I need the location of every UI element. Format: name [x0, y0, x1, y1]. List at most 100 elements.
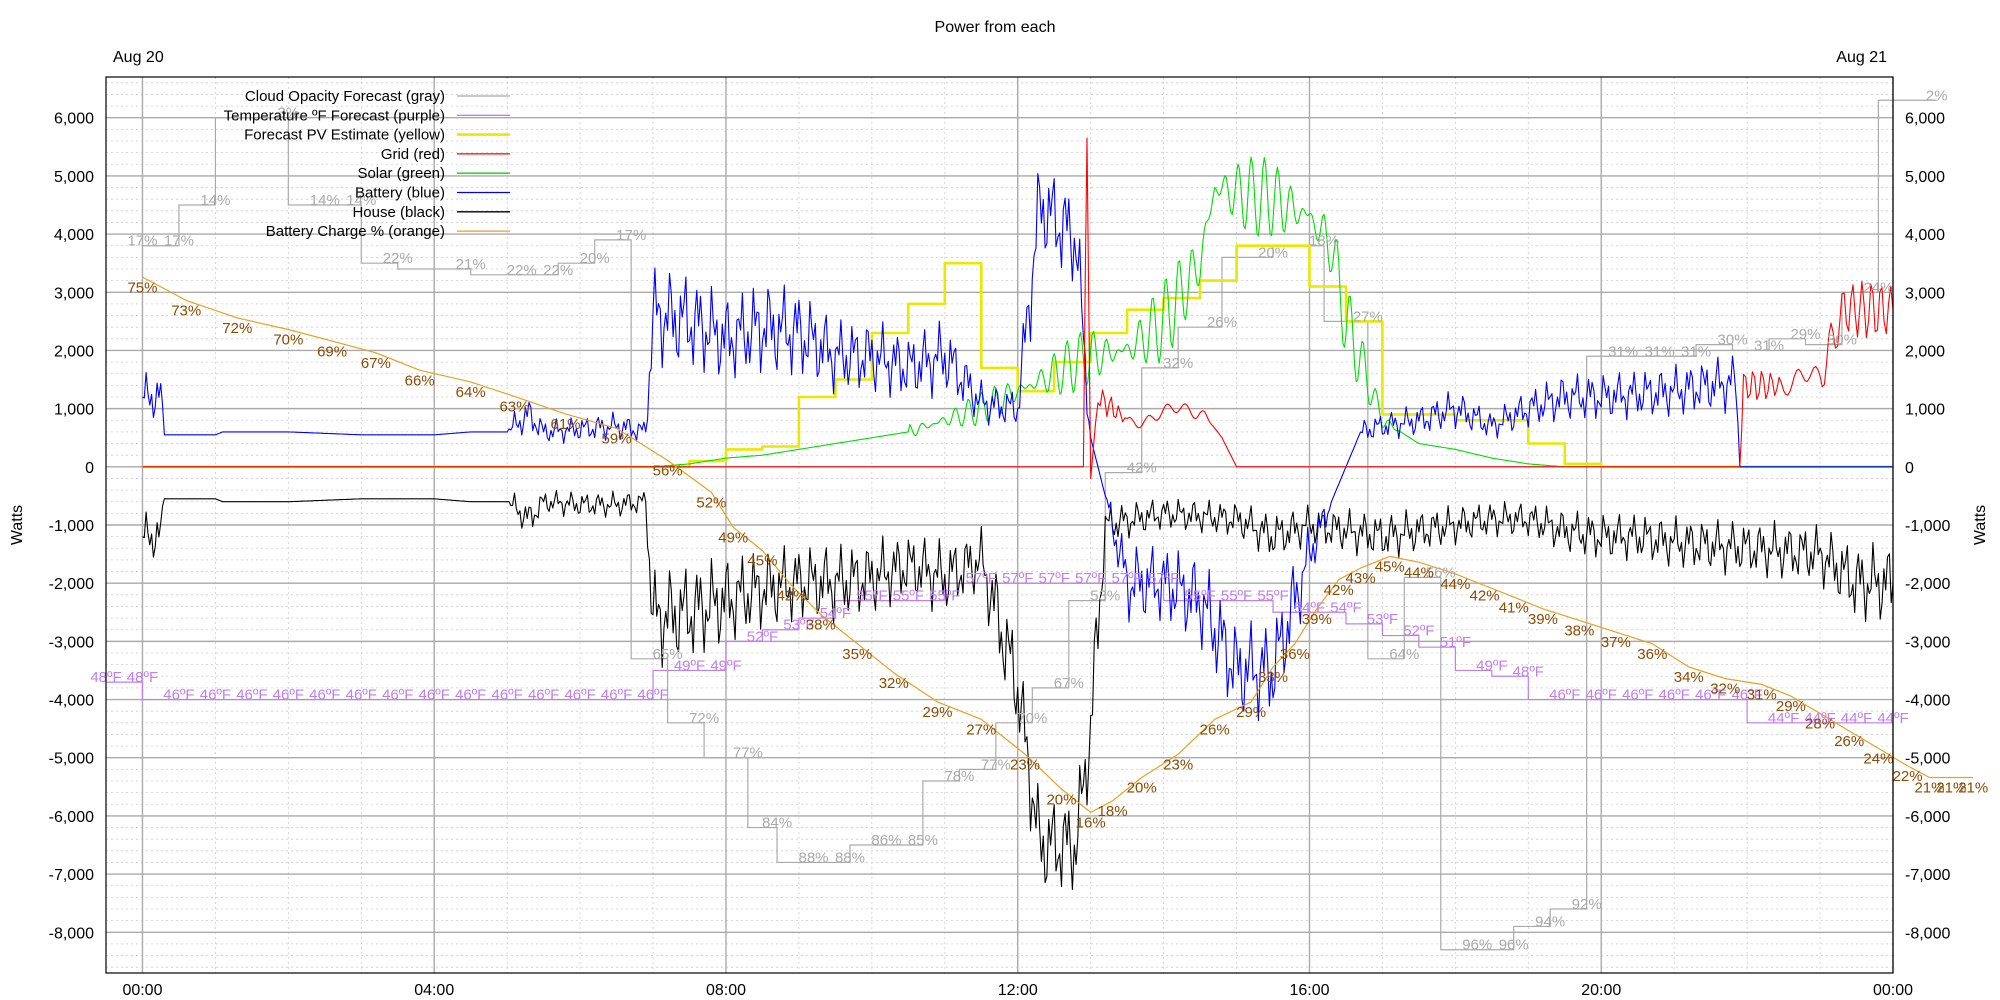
temperature-label: 55ºF — [1221, 588, 1252, 605]
temperature-label: 46ºF — [200, 687, 231, 704]
cloud-opacity-label: 14% — [310, 192, 340, 209]
battery-charge-label: 21% — [1958, 780, 1988, 797]
battery-charge-label: 63% — [499, 399, 529, 416]
legend-label: Grid (red) — [381, 146, 445, 163]
y-tick-label-right: 1,000 — [1905, 402, 1945, 419]
x-tick-label: 12:00 — [998, 982, 1038, 999]
temperature-label: 48ºF — [127, 669, 158, 686]
date-label-start: Aug 20 — [113, 49, 164, 66]
y-axis-label-left: Watts — [9, 505, 26, 545]
legend-label: Solar (green) — [357, 165, 445, 182]
temperature-label: 53ºF — [1367, 611, 1398, 628]
battery-charge-label: 59% — [602, 431, 632, 448]
battery-charge-label: 45% — [1375, 559, 1405, 576]
battery-charge-label: 36% — [1280, 646, 1310, 663]
legend-label: Battery Charge % (orange) — [266, 223, 445, 240]
y-tick-label-left: 6,000 — [54, 111, 94, 128]
battery-charge-label: 29% — [1776, 698, 1806, 715]
battery-charge-label: 32% — [879, 675, 909, 692]
battery-charge-label: 36% — [1637, 646, 1667, 663]
cloud-opacity-label: 32% — [1163, 355, 1193, 372]
cloud-opacity-label: 17% — [164, 233, 194, 250]
x-tick-label: 08:00 — [706, 982, 746, 999]
battery-charge-label: 29% — [922, 704, 952, 721]
temperature-label: 49ºF — [710, 657, 741, 674]
battery-charge-label: 26% — [1834, 733, 1864, 750]
chart-title: Power from each — [935, 19, 1056, 36]
temperature-label: 46ºF — [163, 687, 194, 704]
y-tick-label-left: -3,000 — [49, 634, 94, 651]
cloud-opacity-label: 22% — [507, 262, 537, 279]
battery-charge-label: 20% — [1046, 791, 1076, 808]
y-tick-label-left: 5,000 — [54, 169, 94, 186]
battery-charge-label: 73% — [171, 303, 201, 320]
y-tick-label-right: 2,000 — [1905, 343, 1945, 360]
legend-label: House (black) — [352, 204, 445, 221]
temperature-label: 51ºF — [1440, 634, 1471, 651]
cloud-opacity-label: 88% — [798, 849, 828, 866]
x-tick-label: 20:00 — [1581, 982, 1621, 999]
temperature-label: 57ºF — [1111, 570, 1142, 587]
y-tick-label-left: -6,000 — [49, 809, 94, 826]
cloud-opacity-label: 64% — [1389, 646, 1419, 663]
battery-charge-label: 28% — [1805, 716, 1835, 733]
cloud-opacity-label: 78% — [944, 768, 974, 785]
temperature-label: 46ºF — [1549, 687, 1580, 704]
battery-charge-label: 34% — [1674, 669, 1704, 686]
temperature-label: 49ºF — [1476, 657, 1507, 674]
temperature-label: 46ºF — [564, 687, 595, 704]
y-tick-label-right: -6,000 — [1905, 809, 1950, 826]
battery-charge-label: 20% — [1127, 780, 1157, 797]
y-tick-label-left: 3,000 — [54, 285, 94, 302]
battery-charge-label: 27% — [966, 721, 996, 738]
y-tick-label-left: -8,000 — [49, 925, 94, 942]
battery-charge-label: 70% — [273, 332, 303, 349]
cloud-opacity-label: 17% — [616, 227, 646, 244]
temperature-label: 46ºF — [419, 687, 450, 704]
y-tick-label-left: -2,000 — [49, 576, 94, 593]
battery-charge-label: 32% — [1710, 681, 1740, 698]
cloud-opacity-label: 2% — [1926, 87, 1948, 104]
cloud-opacity-label: 92% — [1572, 896, 1602, 913]
cloud-opacity-label: 22% — [543, 262, 573, 279]
temperature-label: 46ºF — [1586, 687, 1617, 704]
cloud-opacity-label: 26% — [1207, 314, 1237, 331]
date-label-end: Aug 21 — [1836, 49, 1887, 66]
temperature-label: 46ºF — [637, 687, 668, 704]
cloud-opacity-label: 85% — [908, 832, 938, 849]
cloud-opacity-label: 18% — [1309, 233, 1339, 250]
temperature-label: 55ºF — [856, 588, 887, 605]
cloud-opacity-label: 96% — [1499, 937, 1529, 954]
temperature-label: 57ºF — [1039, 570, 1070, 587]
battery-charge-label: 52% — [696, 495, 726, 512]
y-tick-label-left: -5,000 — [49, 751, 94, 768]
temperature-label: 55ºF — [893, 588, 924, 605]
cloud-opacity-label: 67% — [1054, 675, 1084, 692]
battery-charge-label: 67% — [361, 355, 391, 372]
cloud-opacity-label: 86% — [871, 832, 901, 849]
y-tick-label-right: 4,000 — [1905, 227, 1945, 244]
y-tick-label-left: 1,000 — [54, 402, 94, 419]
temperature-label: 46ºF — [528, 687, 559, 704]
temperature-label: 46ºF — [346, 687, 377, 704]
axis-ticks: 6,000 6,000 5,000 5,000 4,000 4,000 3,000 3,000… — [49, 111, 1951, 999]
battery-charge-label: 23% — [1163, 756, 1193, 773]
cloud-opacity-label: 31% — [1645, 343, 1675, 360]
battery-charge-label: 37% — [1601, 634, 1631, 651]
cloud-opacity-label: 20% — [1258, 244, 1288, 261]
battery-charge-label: 26% — [1200, 721, 1230, 738]
cloud-opacity-label: 96% — [1462, 937, 1492, 954]
y-tick-label-right: -5,000 — [1905, 751, 1950, 768]
y-tick-label-right: 0 — [1905, 460, 1914, 477]
battery-charge-label: 41% — [1499, 599, 1529, 616]
y-tick-label-left: -4,000 — [49, 693, 94, 710]
battery-charge-label: 43% — [1346, 570, 1376, 587]
cloud-opacity-label: 30% — [1718, 332, 1748, 349]
y-tick-label-right: -4,000 — [1905, 693, 1950, 710]
y-tick-label-right: -2,000 — [1905, 576, 1950, 593]
temperature-label: 46ºF — [601, 687, 632, 704]
cloud-opacity-label: 94% — [1535, 913, 1565, 930]
battery-charge-label: 64% — [456, 384, 486, 401]
legend-label: Cloud Opacity Forecast (gray) — [245, 88, 445, 105]
temperature-label: 46ºF — [236, 687, 267, 704]
